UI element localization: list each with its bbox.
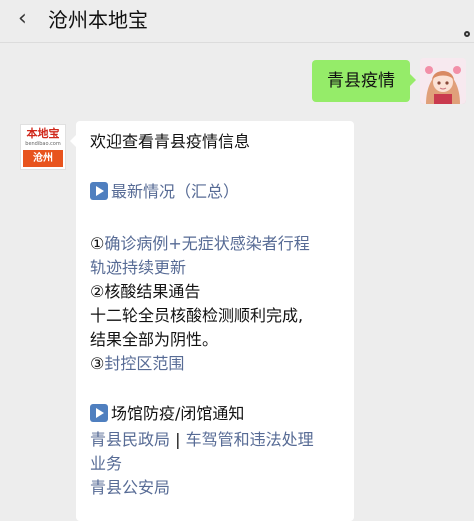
- item1-link-line2[interactable]: 轨迹持续更新: [90, 258, 186, 278]
- intro-text: 欢迎查看青县疫情信息: [90, 132, 251, 151]
- civil-affairs-link[interactable]: 青县民政局: [90, 430, 170, 449]
- incoming-message: 欢迎查看青县疫情信息 最新情况（汇总） ①确诊病例+无症状感染者行程 轨迹持续更…: [70, 121, 354, 521]
- bot-domain: bendibao.com: [25, 141, 61, 147]
- outgoing-message[interactable]: 青县疫情: [312, 60, 416, 102]
- latest-link[interactable]: 最新情况（汇总）: [111, 182, 239, 201]
- latest-row[interactable]: 最新情况（汇总）: [90, 182, 239, 202]
- vehicle-link-line1[interactable]: 车驾管和违法处理: [186, 430, 314, 449]
- police-link[interactable]: 青县公安局: [90, 478, 170, 498]
- chat-title: 沧州本地宝: [48, 8, 148, 32]
- item1-number: ①: [90, 234, 105, 253]
- more-icon[interactable]: [464, 31, 470, 37]
- item3-link[interactable]: 封控区范围: [104, 354, 184, 373]
- top-bar: ‹ 沧州本地宝: [0, 0, 474, 43]
- item3-row[interactable]: ③封控区范围: [90, 354, 184, 374]
- item2-body-line2: 结果全部为阴性。: [90, 330, 219, 349]
- user-avatar-illustration: [420, 58, 466, 104]
- links-row: 青县民政局 | 车驾管和违法处理: [90, 430, 314, 450]
- vehicle-link-line2[interactable]: 业务: [90, 454, 122, 474]
- play-icon: [90, 182, 108, 200]
- item1-row[interactable]: ①确诊病例+无症状感染者行程: [90, 234, 310, 254]
- item2-heading: ②核酸结果通告: [90, 282, 201, 301]
- venue-heading-row: 场馆防疫/闭馆通知: [90, 404, 244, 424]
- item1-link-line1[interactable]: 确诊病例+无症状感染者行程: [104, 234, 309, 253]
- bot-brand-logo: 本地宝: [26, 127, 60, 140]
- bot-avatar[interactable]: 本地宝 bendibao.com 沧州: [20, 124, 66, 170]
- link-separator: |: [170, 430, 186, 449]
- user-avatar[interactable]: [420, 58, 466, 104]
- venue-heading: 场馆防疫/闭馆通知: [111, 404, 245, 423]
- item3-number: ③: [90, 354, 105, 373]
- bot-city-badge: 沧州: [23, 150, 63, 167]
- back-chevron-icon[interactable]: ‹: [18, 7, 27, 31]
- play-icon: [90, 404, 108, 422]
- item2-body-line1: 十二轮全员核酸检测顺利完成,: [90, 306, 304, 325]
